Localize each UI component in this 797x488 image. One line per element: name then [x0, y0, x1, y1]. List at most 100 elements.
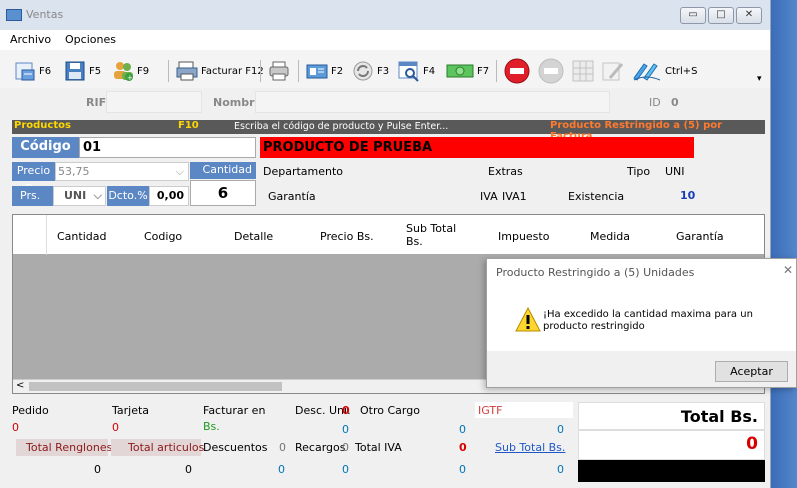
- total-renglones-label: Total Renglones: [26, 441, 113, 454]
- desktop-background: [771, 0, 797, 488]
- tarjeta-value: 0: [112, 421, 119, 434]
- ventas-window: Ventas ▭ □ ✕ Archivo Opciones F6 F5 + F9…: [0, 0, 771, 488]
- otro-cargo-value: 0: [459, 423, 466, 436]
- menu-archivo[interactable]: Archivo: [10, 33, 51, 46]
- tarjeta-label: Tarjeta: [112, 404, 150, 417]
- extras-label: Extras: [488, 165, 523, 178]
- window-title: Ventas: [26, 8, 64, 21]
- new-invoice-icon: [15, 62, 35, 81]
- col-medida[interactable]: Medida: [590, 230, 630, 243]
- precio-select[interactable]: 53,75 ⌵: [55, 162, 189, 181]
- pedido-label: Pedido: [12, 404, 49, 417]
- descuentos-label: Descuentos: [203, 441, 268, 454]
- total-iva-label: Total IVA: [355, 441, 402, 454]
- total-bs-box: Total Bs.: [578, 402, 765, 430]
- sub-total-link[interactable]: Sub Total Bs.: [495, 441, 565, 454]
- dcto-input[interactable]: 0,00: [149, 186, 189, 206]
- col-impuesto[interactable]: Impuesto: [498, 230, 549, 243]
- pen-icon: [633, 63, 661, 81]
- toolbar-separator: [298, 60, 299, 82]
- document-icon: [306, 64, 328, 79]
- stop-icon: [504, 58, 530, 84]
- save-icon: [65, 61, 85, 81]
- iva-value: IVA1: [502, 190, 527, 203]
- invoice-button[interactable]: Facturar F12: [176, 59, 264, 83]
- codigo-input[interactable]: 01: [79, 137, 256, 158]
- r1-v4: 0: [459, 463, 466, 476]
- toolbar-overflow[interactable]: ▾: [757, 74, 762, 84]
- otro-cargo-label: Otro Cargo: [360, 404, 420, 417]
- prs-select[interactable]: UNI ⌵: [53, 186, 106, 206]
- pen-button[interactable]: Ctrl+S: [632, 59, 698, 83]
- toolbar-label: Ctrl+S: [665, 65, 698, 77]
- new-invoice-button[interactable]: F6: [14, 59, 51, 83]
- print-icon: [269, 61, 289, 81]
- toolbar-label: F3: [377, 65, 390, 77]
- dialog-title: Producto Restringido a (5) Unidades: [496, 266, 695, 279]
- menu-opciones[interactable]: Opciones: [65, 33, 116, 46]
- r1-v3: 0: [342, 463, 349, 476]
- f3-button[interactable]: F3: [352, 59, 389, 83]
- cantidad-input[interactable]: 6: [190, 180, 256, 206]
- toolbar-label: F2: [331, 65, 344, 77]
- total-bs-value: 0: [746, 434, 758, 454]
- app-icon: [6, 9, 22, 21]
- print-button[interactable]: [268, 59, 293, 83]
- users-icon: +: [114, 62, 133, 82]
- r1-v1: 0: [342, 423, 349, 436]
- col-cantidad[interactable]: Cantidad: [57, 230, 106, 243]
- existencia-value: 10: [680, 189, 696, 202]
- grid-button[interactable]: [572, 59, 597, 83]
- col-subtotal[interactable]: Sub Total Bs.: [406, 222, 466, 248]
- id-label: ID: [649, 96, 661, 109]
- toolbar-label: F9: [137, 65, 150, 77]
- col-precio[interactable]: Precio Bs.: [320, 230, 374, 243]
- toolbar-separator: [496, 60, 497, 82]
- title-bar: Ventas ▭ □ ✕: [0, 0, 770, 30]
- save-button[interactable]: F5: [64, 59, 101, 83]
- minimize-button[interactable]: ▭: [680, 7, 706, 24]
- total-bs-label: Total Bs.: [680, 407, 758, 426]
- f2-button[interactable]: F2: [306, 59, 343, 83]
- grid-col-divider: [46, 215, 47, 255]
- scroll-left-arrow[interactable]: <: [16, 380, 24, 391]
- f4-button[interactable]: F4: [398, 59, 435, 83]
- disabled-stop-button[interactable]: [538, 58, 567, 84]
- col-garantia[interactable]: Garantía: [676, 230, 724, 243]
- col-codigo[interactable]: Codigo: [144, 230, 182, 243]
- aceptar-button[interactable]: Aceptar: [715, 361, 788, 382]
- rif-label: RIF: [86, 96, 107, 109]
- close-button[interactable]: ✕: [736, 7, 762, 24]
- tipo-label: Tipo: [627, 165, 651, 178]
- scroll-thumb[interactable]: [29, 382, 282, 391]
- existencia-label: Existencia: [568, 190, 625, 203]
- toolbar: F6 F5 + F9 Facturar F12 F2 F3 F4 F7 Ctrl…: [0, 50, 770, 88]
- recargos-label: Recargos: [295, 441, 346, 454]
- toolbar-label: F6: [39, 65, 52, 77]
- descuentos-value: 0: [279, 441, 286, 454]
- cantidad-label: Cantidad: [190, 162, 256, 179]
- stop-button[interactable]: [504, 58, 533, 84]
- total-iva-value: 0: [459, 441, 467, 454]
- edit-button[interactable]: [602, 59, 627, 83]
- id-value: 0: [671, 96, 679, 109]
- rif-field[interactable]: [106, 91, 202, 113]
- toolbar-label: F4: [423, 65, 436, 77]
- col-detalle[interactable]: Detalle: [234, 230, 273, 243]
- dialog-close-button[interactable]: ✕: [783, 263, 793, 277]
- toolbar-separator: [260, 60, 261, 82]
- menu-bar: Archivo Opciones: [0, 30, 770, 50]
- nombre-field[interactable]: [255, 91, 610, 113]
- customers-button[interactable]: + F9: [112, 59, 149, 83]
- products-hint: Escriba el código de producto y Pulse En…: [234, 121, 449, 132]
- total-black-bar: [578, 460, 765, 482]
- restricted-product-dialog: Producto Restringido a (5) Unidades ✕ ¡H…: [486, 258, 797, 388]
- facturar-en-label: Facturar en: [203, 404, 266, 417]
- toolbar-separator: [168, 60, 169, 82]
- sub-total-value: 0: [557, 463, 564, 476]
- f7-button[interactable]: F7: [446, 59, 489, 83]
- chevron-down-icon: ⌵: [93, 189, 102, 202]
- grid-icon: [572, 60, 594, 82]
- maximize-button[interactable]: □: [708, 7, 734, 24]
- edit-icon: [602, 62, 624, 81]
